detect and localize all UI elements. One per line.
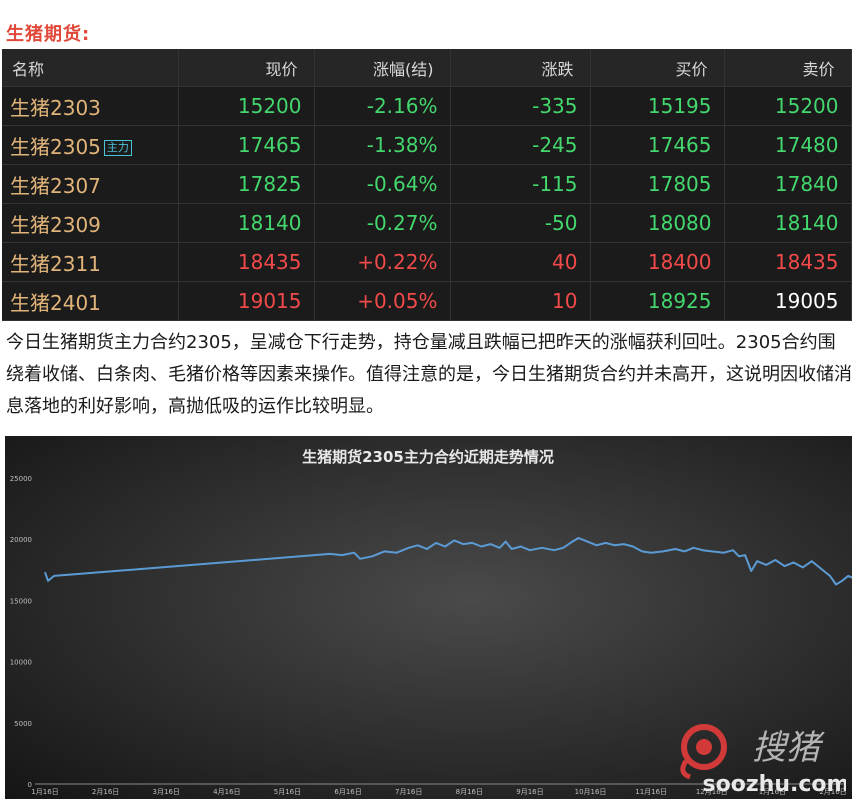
y-tick-label: 15000 xyxy=(10,597,32,605)
watermark-domain: soozhu.com xyxy=(703,772,846,797)
x-tick-label: 10月16日 xyxy=(575,788,607,796)
row-ask: 18140 xyxy=(724,203,852,243)
row-price: 19015 xyxy=(178,281,315,321)
x-tick-label: 6月16日 xyxy=(334,788,361,796)
table-header-row: 名称 现价 涨幅(结) 涨跌 买价 卖价 xyxy=(2,49,852,87)
table-row[interactable]: 生猪2307 17825 -0.64% -115 17805 17840 xyxy=(2,164,852,204)
soozhu-watermark: 搜猪 soozhu.com xyxy=(680,724,846,797)
x-tick-label: 4月16日 xyxy=(213,788,240,796)
contract-name-text: 生猪2309 xyxy=(10,212,101,237)
x-tick-label: 2月16日 xyxy=(92,788,119,796)
row-bid: 17805 xyxy=(590,164,725,204)
header-change-pct[interactable]: 涨幅(结) xyxy=(314,49,451,87)
y-tick-label: 25000 xyxy=(10,475,32,483)
y-tick-label: 10000 xyxy=(10,659,32,667)
analysis-paragraph: 今日生猪期货主力合约2305，呈减仓下行走势，持仓量减且跌幅已把昨天的涨幅获利回… xyxy=(6,332,852,417)
row-ask: 15200 xyxy=(724,86,852,126)
row-change-pct: -0.64% xyxy=(314,164,451,204)
table-row[interactable]: 生猪2303 15200 -2.16% -335 15195 15200 xyxy=(2,86,852,126)
row-change: 10 xyxy=(450,281,591,321)
row-bid: 15195 xyxy=(590,86,725,126)
row-bid: 18925 xyxy=(590,281,725,321)
contract-name-text: 生猪2401 xyxy=(10,290,101,315)
row-ask: 18435 xyxy=(724,242,852,282)
row-change: 40 xyxy=(450,242,591,282)
row-bid: 18400 xyxy=(590,242,725,282)
table-row[interactable]: 生猪2401 19015 +0.05% 10 18925 19005 xyxy=(2,281,852,321)
row-contract-name[interactable]: 生猪2305 主力 xyxy=(2,125,179,165)
row-ask: 19005 xyxy=(724,281,852,321)
x-tick-label: 9月16日 xyxy=(516,788,543,796)
header-change[interactable]: 涨跌 xyxy=(450,49,591,87)
header-name[interactable]: 名称 xyxy=(2,49,179,87)
trend-chart: 生猪期货2305主力合约近期走势情况 0 5000 10000 15000 20000 2… xyxy=(5,436,852,799)
x-tick-label: 1月16日 xyxy=(31,788,58,796)
contract-name-text: 生猪2303 xyxy=(10,95,101,120)
row-contract-name[interactable]: 生猪2311 xyxy=(2,242,179,282)
x-tick-label: 7月16日 xyxy=(395,788,422,796)
table-row[interactable]: 生猪2305 主力 17465 -1.38% -245 17465 17480 xyxy=(2,125,852,165)
header-price[interactable]: 现价 xyxy=(178,49,315,87)
contract-name-text: 生猪2311 xyxy=(10,251,101,276)
header-bid[interactable]: 买价 xyxy=(590,49,725,87)
contract-name-text: 生猪2307 xyxy=(10,173,101,198)
row-change-pct: +0.05% xyxy=(314,281,451,321)
row-change: -50 xyxy=(450,203,591,243)
futures-quote-table: 名称 现价 涨幅(结) 涨跌 买价 卖价 生猪2303 15200 -2.16% -3… xyxy=(2,49,852,321)
soozhu-logo-icon xyxy=(680,724,727,780)
x-tick-label: 11月16日 xyxy=(635,788,667,796)
x-tick-label: 5月16日 xyxy=(274,788,301,796)
row-price: 18435 xyxy=(178,242,315,282)
row-bid: 18080 xyxy=(590,203,725,243)
x-tick-label: 8月16日 xyxy=(456,788,483,796)
row-contract-name[interactable]: 生猪2401 xyxy=(2,281,179,321)
section-heading: 生猪期货: xyxy=(6,24,91,45)
watermark-brand: 搜猪 xyxy=(752,728,825,768)
row-ask: 17480 xyxy=(724,125,852,165)
contract-name-text: 生猪2305 xyxy=(10,134,101,159)
row-change-pct: -0.27% xyxy=(314,203,451,243)
price-line xyxy=(44,537,852,586)
table-row[interactable]: 生猪2309 18140 -0.27% -50 18080 18140 xyxy=(2,203,852,243)
row-change: -245 xyxy=(450,125,591,165)
table-row[interactable]: 生猪2311 18435 +0.22% 40 18400 18435 xyxy=(2,242,852,282)
header-ask[interactable]: 卖价 xyxy=(724,49,852,87)
row-change-pct: +0.22% xyxy=(314,242,451,282)
row-price: 17825 xyxy=(178,164,315,204)
row-price: 17465 xyxy=(178,125,315,165)
y-axis: 0500010000150002000025000 xyxy=(10,475,32,789)
row-bid: 17465 xyxy=(590,125,725,165)
main-contract-badge: 主力 xyxy=(103,139,132,156)
row-contract-name[interactable]: 生猪2307 xyxy=(2,164,179,204)
chart-title: 生猪期货2305主力合约近期走势情况 xyxy=(302,448,554,466)
x-tick-label: 3月16日 xyxy=(153,788,180,796)
row-price: 18140 xyxy=(178,203,315,243)
row-change-pct: -1.38% xyxy=(314,125,451,165)
row-price: 15200 xyxy=(178,86,315,126)
row-ask: 17840 xyxy=(724,164,852,204)
row-change-pct: -2.16% xyxy=(314,86,451,126)
row-contract-name[interactable]: 生猪2309 xyxy=(2,203,179,243)
row-change: -115 xyxy=(450,164,591,204)
price-series xyxy=(44,537,852,586)
y-tick-label: 5000 xyxy=(14,720,32,728)
row-change: -335 xyxy=(450,86,591,126)
y-tick-label: 20000 xyxy=(10,536,32,544)
row-contract-name[interactable]: 生猪2303 xyxy=(2,86,179,126)
